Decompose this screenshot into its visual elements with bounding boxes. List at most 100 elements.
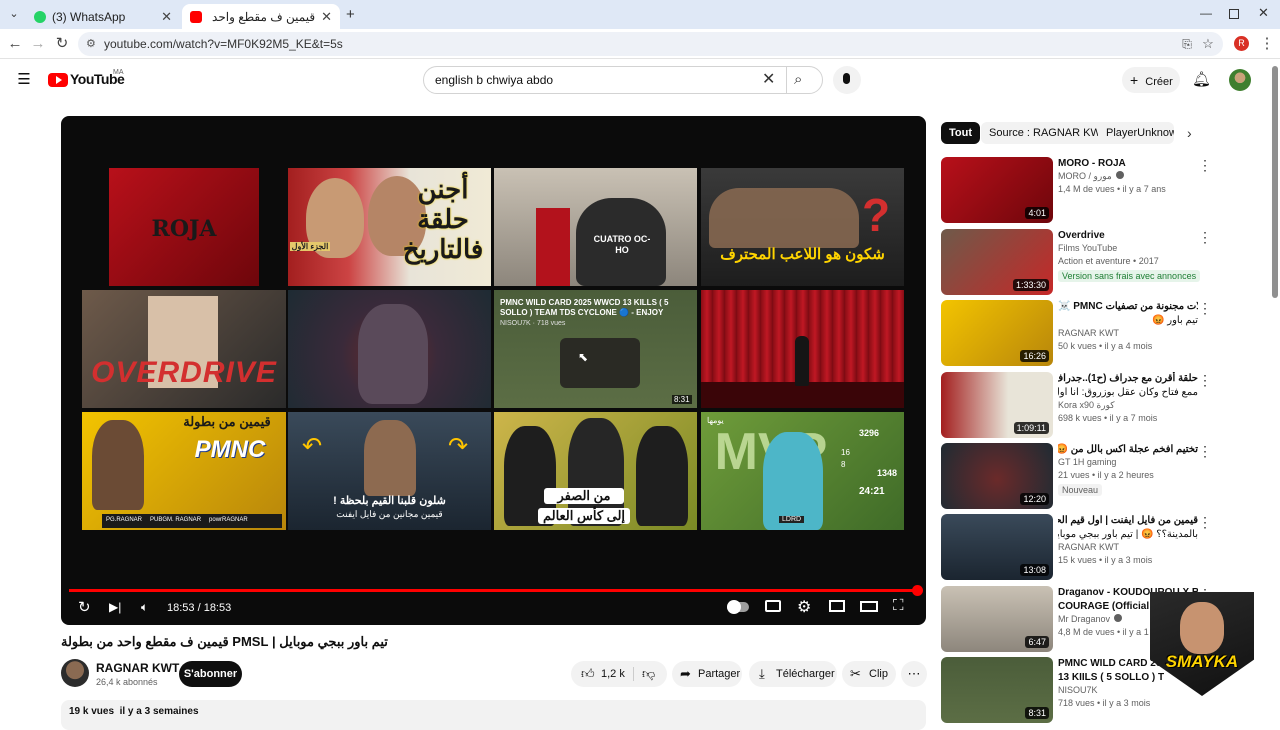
settings-gear-icon[interactable]: ⚙ bbox=[797, 597, 811, 617]
more-options-icon[interactable]: ⋮ bbox=[1198, 372, 1212, 389]
chip-playerunknown[interactable]: PlayerUnknown bbox=[1098, 122, 1174, 144]
next-icon[interactable]: ▶| bbox=[109, 600, 121, 614]
page-scrollbar[interactable] bbox=[1272, 66, 1278, 298]
more-options-icon[interactable]: ⋮ bbox=[1198, 514, 1212, 531]
recommendation-item[interactable]: 1:09:11 حلقة أقرن مع جدراف (ح1)..جدراف مث… bbox=[940, 372, 1260, 438]
search-input[interactable]: english b chwiya abdo ✕ ⌕ bbox=[423, 66, 823, 94]
address-bar[interactable]: ⚙ youtube.com/watch?v=MF0K92M5_KE&t=5s bbox=[78, 32, 1223, 56]
create-button[interactable]: + Créer bbox=[1122, 67, 1180, 93]
recommendation-channel[interactable]: Kora x90 كورة bbox=[1058, 400, 1115, 411]
subscribe-button[interactable]: S'abonner bbox=[179, 661, 242, 687]
recommendation-item[interactable]: 13:08 قيمين من فايل ايفنت | اول قيم الحشر… bbox=[940, 514, 1260, 580]
end-screen-tile-history[interactable]: أجنن حلقة فالتاريخ الجزء الأول bbox=[288, 168, 491, 286]
chip-all[interactable]: Tout bbox=[941, 122, 981, 144]
video-player[interactable]: ROJA أجنن حلقة فالتاريخ الجزء الأول CUAT… bbox=[61, 116, 926, 625]
clip-button[interactable]: ✂ Clip bbox=[842, 661, 896, 687]
end-screen-tile-pro-player[interactable]: ? شكون هو اللاعب المحترف bbox=[701, 168, 904, 286]
recommendation-thumbnail[interactable]: 4:01 bbox=[941, 157, 1053, 223]
end-screen-tile-roja[interactable]: ROJA bbox=[109, 168, 259, 286]
notifications-bell-icon[interactable]: 🔔︎ bbox=[1192, 70, 1211, 88]
progress-bar-track[interactable] bbox=[69, 585, 923, 596]
recommendation-channel[interactable]: RAGNAR KWT bbox=[1058, 542, 1119, 552]
profile-avatar[interactable]: R bbox=[1234, 36, 1249, 51]
channel-avatar[interactable] bbox=[61, 659, 89, 687]
more-options-icon[interactable]: ⋮ bbox=[1198, 157, 1212, 174]
end-screen-tile-overdrive[interactable]: OVERDRIVE bbox=[82, 290, 286, 408]
recommendation-channel[interactable]: GT 1H gaming bbox=[1058, 457, 1116, 467]
more-options-icon[interactable]: ⋮ bbox=[1198, 229, 1212, 246]
minimize-icon[interactable]: — bbox=[1200, 6, 1212, 20]
search-icon[interactable]: ⌕ bbox=[794, 67, 802, 93]
recommendation-thumbnail[interactable]: 1:09:11 bbox=[941, 372, 1053, 438]
voice-search-button[interactable] bbox=[833, 66, 861, 94]
end-screen-tile-cuatro[interactable]: CUATRO OC-HO bbox=[494, 168, 697, 286]
miniplayer-icon[interactable] bbox=[829, 600, 845, 612]
description-box[interactable]: 19 k vues il y a 3 semaines bbox=[61, 700, 926, 730]
dislike-button[interactable]: 👎︎ bbox=[634, 661, 667, 687]
recommendation-item[interactable]: 1:33:30 Overdrive Films YouTube Action et a… bbox=[940, 229, 1260, 295]
end-screen-tile-dragon[interactable] bbox=[288, 290, 491, 408]
recommendation-title[interactable]: Overdrive bbox=[1058, 229, 1198, 242]
recommendation-title[interactable]: تختيم افخم عجلة اكس بالل من 😡😡 bbox=[1058, 443, 1198, 456]
clear-search-icon[interactable]: ✕ bbox=[762, 67, 775, 93]
install-app-icon[interactable]: ⎘ bbox=[1177, 34, 1197, 54]
like-button[interactable]: 👍︎ 1,2 k bbox=[571, 661, 633, 687]
recommendation-title-line2[interactable]: بالمدينة؟؟ 😡 | تيم باور ببجي موبايل bbox=[1058, 528, 1198, 541]
hamburger-menu-icon[interactable]: ☰ bbox=[16, 70, 32, 88]
recommendation-channel[interactable]: RAGNAR KWT bbox=[1058, 328, 1119, 338]
recommendation-channel[interactable]: MORO / مورو bbox=[1058, 171, 1124, 182]
end-screen-tile-pmnc-heading[interactable]: قيمين من بطولة PMNC PG.RAGNAR PUBGM. RAG… bbox=[82, 412, 286, 530]
end-screen-tile-moment[interactable]: ↶ ↷ شلون قلبنا القيم بلحظة ! قيمين مجاني… bbox=[288, 412, 491, 530]
recommendation-title[interactable]: MORO - ROJA bbox=[1058, 157, 1198, 170]
close-window-icon[interactable]: ✕ bbox=[1258, 5, 1269, 21]
recommendation-thumbnail[interactable]: 1:33:30 bbox=[941, 229, 1053, 295]
replay-icon[interactable]: ↻ bbox=[78, 598, 91, 616]
youtube-logo[interactable]: YouTube MA bbox=[48, 66, 128, 94]
restore-icon[interactable] bbox=[1229, 9, 1239, 19]
download-button[interactable]: ⤓ Télécharger bbox=[749, 661, 837, 687]
chips-next-chevron-icon[interactable]: › bbox=[1187, 125, 1192, 141]
tab-list-chevron-icon[interactable]: ⌄ bbox=[6, 7, 22, 23]
recommendation-title[interactable]: حلقة أقرن مع جدراف (ح1)..جدراف مثل فلم bbox=[1058, 372, 1198, 385]
recommendation-thumbnail[interactable]: 13:08 bbox=[941, 514, 1053, 580]
share-button[interactable]: ➦ Partager bbox=[672, 661, 742, 687]
site-info-icon[interactable]: ⚙ bbox=[86, 32, 96, 56]
reload-icon[interactable]: ↻ bbox=[52, 34, 72, 54]
new-tab-plus-icon[interactable]: + bbox=[346, 6, 355, 23]
recommendation-thumbnail[interactable]: 6:47 bbox=[941, 586, 1053, 652]
more-options-icon[interactable]: ⋮ bbox=[1198, 300, 1212, 317]
recommendation-thumbnail[interactable]: 12:20 bbox=[941, 443, 1053, 509]
autoplay-toggle[interactable] bbox=[727, 600, 749, 614]
end-screen-tile-pmnc-hover[interactable]: PMNC WILD CARD 2025 WWCD 13 KILLS ( 5 SO… bbox=[494, 290, 697, 408]
close-tab-icon[interactable]: ✕ bbox=[161, 9, 172, 25]
recommendation-title[interactable]: ☠️ PMNC فايلات مجنونة من تصفيات bbox=[1058, 300, 1198, 313]
progress-scrubber[interactable] bbox=[912, 585, 923, 596]
recommendation-thumbnail[interactable]: 8:31 bbox=[941, 657, 1053, 723]
more-actions-button[interactable]: ⋯ bbox=[901, 661, 927, 687]
end-screen-tile-mvp[interactable]: MVP 3296 16 8 1348 24:21 LDRD يومها bbox=[701, 412, 904, 530]
back-arrow-icon[interactable]: ← bbox=[5, 34, 25, 54]
recommendation-item[interactable]: 12:20 تختيم افخم عجلة اكس بالل من 😡😡 GT 1H… bbox=[940, 443, 1260, 509]
account-avatar[interactable] bbox=[1229, 69, 1251, 91]
recommendation-item[interactable]: 4:01 MORO - ROJA MORO / مورو 1,4 M de vues … bbox=[940, 157, 1260, 223]
close-tab-icon[interactable]: ✕ bbox=[321, 9, 332, 25]
recommendation-channel[interactable]: Mr Draganov bbox=[1058, 614, 1123, 624]
chip-source[interactable]: Source : RAGNAR KWT bbox=[981, 122, 1116, 144]
more-options-icon[interactable]: ⋮ bbox=[1198, 443, 1212, 460]
forward-arrow-icon[interactable]: → bbox=[28, 34, 48, 54]
recommendation-channel[interactable]: Films YouTube bbox=[1058, 243, 1117, 253]
fullscreen-icon[interactable]: ⛶ bbox=[893, 597, 904, 614]
recommendation-channel[interactable]: NISOU7K bbox=[1058, 685, 1098, 695]
browser-menu-icon[interactable]: ⋮ bbox=[1257, 34, 1277, 54]
end-screen-tile-stage[interactable] bbox=[701, 290, 904, 408]
bookmark-star-icon[interactable]: ☆ bbox=[1198, 34, 1218, 54]
tab-whatsapp[interactable]: (3) WhatsApp ✕ bbox=[26, 4, 180, 29]
recommendation-thumbnail[interactable]: 16:26 bbox=[941, 300, 1053, 366]
recommendation-title-line2[interactable]: تيم باور 😡 bbox=[1058, 314, 1198, 327]
subtitles-icon[interactable] bbox=[765, 600, 781, 612]
recommendation-item[interactable]: 16:26 ☠️ PMNC فايلات مجنونة من تصفياتتيم … bbox=[940, 300, 1260, 366]
theater-mode-icon[interactable] bbox=[860, 601, 878, 612]
tab-youtube[interactable]: قيمين ف مقطع واحد من بطولة ✕ bbox=[182, 4, 340, 29]
volume-icon[interactable]: 🔈︎ bbox=[141, 600, 148, 615]
recommendation-title-line2[interactable]: ممع فتاح وكان عقل بوزروق: انا اول لعاب bbox=[1058, 386, 1198, 399]
